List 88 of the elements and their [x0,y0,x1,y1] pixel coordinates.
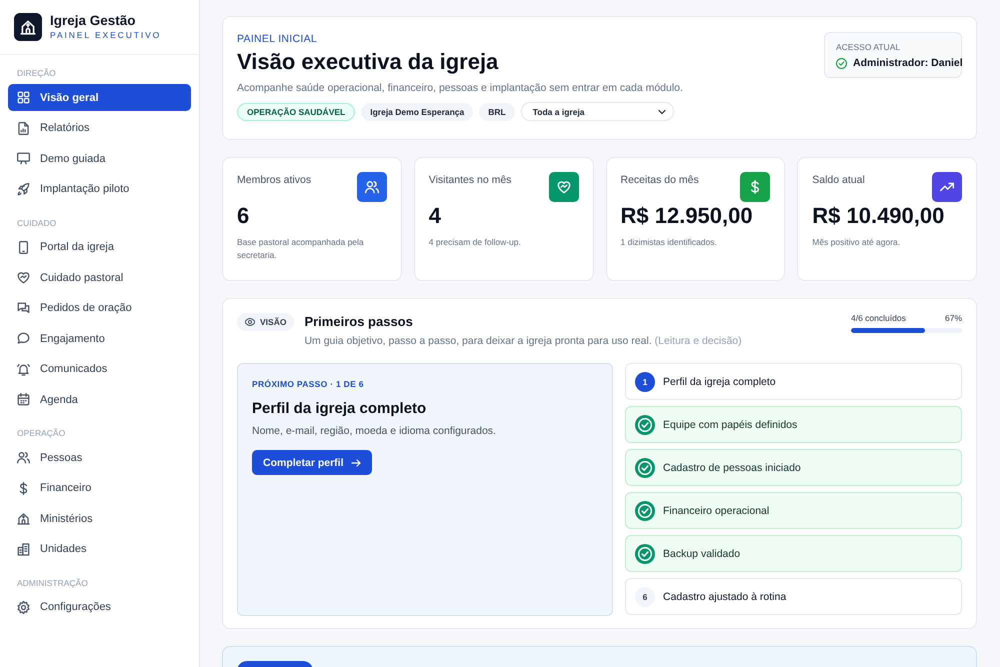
bell-icon [17,362,30,376]
nav-item[interactable]: Engajamento [8,325,191,352]
step-label: Equipe com papéis definidos [663,418,798,430]
tag-chip: BRL [479,102,515,120]
stat-note: 1 dizimistas identificados. [620,236,718,249]
buildings-icon [17,542,30,556]
check-circle-icon [635,500,655,520]
nav-item[interactable]: Cuidado pastoral [8,264,191,291]
complete-profile-button[interactable]: Completar perfil [252,450,372,475]
heart-icon [17,271,30,284]
stat-note: Base pastoral acompanhada pela secretaria. [237,236,365,262]
brand-subtitle: PAINEL EXECUTIVO [50,30,162,41]
nav-item[interactable]: Implantação piloto [8,176,191,202]
chat-icon [17,302,30,314]
check-circle-icon [836,58,847,68]
page-eyebrow: PAINEL INICIAL [237,32,318,46]
nav-section-heading: ADMINISTRAÇÃO [16,576,89,590]
step-item[interactable]: 1 Perfil da igreja completo [625,363,962,400]
scope-select[interactable]: Toda a igreja [520,102,674,121]
stat-label: Saldo atual [812,173,866,188]
rocket-icon [17,182,30,196]
calendar-icon [17,393,30,406]
nav-item[interactable]: Configurações [8,594,191,620]
settings-icon [17,600,30,614]
people-icon [17,451,30,464]
tag-chip: Igreja Demo Esperança [361,102,474,120]
step-item[interactable]: Financeiro operacional [625,492,962,529]
eye-icon [245,316,255,326]
nav-section-heading: CUIDADO [16,216,58,230]
step-item[interactable]: Equipe com papéis definidos [625,406,962,443]
stat-value: 4 [428,203,442,229]
stat-note: Mês positivo até agora. [812,236,902,249]
access-value: Administrador: Daniel [853,57,963,69]
next-step-title: Perfil da igreja completo [252,399,428,418]
grid-icon [17,91,30,104]
tablet-icon [17,240,30,254]
next-step-description: Nome, e-mail, região, moeda e idioma configurados. [252,424,497,438]
step-item[interactable]: Backup validado [625,535,962,572]
step-label: Backup validado [663,548,740,560]
section-tag: VISÃO [237,312,294,330]
stat-label: Receitas do mês [620,173,700,188]
check-circle-icon [635,458,655,478]
step-label: Cadastro de pessoas iniciado [663,462,801,474]
access-label: ACESSO ATUAL [836,42,902,53]
nav-item[interactable]: Pessoas [8,444,191,471]
nav-item[interactable]: Pedidos de oração [8,294,191,322]
step-label: Financeiro operacional [663,504,770,516]
next-step-eyebrow: PRÓXIMO PASSO · 1 DE 6 [252,379,365,390]
nav-item[interactable]: Agenda [8,386,191,413]
section-title: Primeiros passos [304,313,414,331]
arrow-right-icon [350,458,361,468]
stat-value: 6 [237,203,250,229]
nav-item[interactable]: Portal da igreja [8,234,191,260]
speech-bubble-icon [17,332,30,345]
brand-title: Igreja Gestão [50,13,137,29]
nav-item[interactable]: Relatórios [8,114,191,142]
nav-item[interactable]: Visão geral [8,84,191,111]
nav-item[interactable]: Comunicados [8,356,191,382]
page-subtitle: Acompanhe saúde operacional, financeiro, pessoas e implantação sem entrar em cada módulo. [237,81,683,95]
stat-value: R$ 12.950,00 [620,203,754,229]
nav-section-heading: DIREÇÃO [16,67,57,80]
section-subtitle: Um guia objetivo, passo a passo, para deixar a igreja pronta para uso real. (Leitura e decisão) [304,334,742,348]
progress-percent: 67% [944,313,962,324]
building-logo-icon [14,13,42,41]
check-circle-icon [635,544,655,564]
page-title: Visão executiva da igreja [237,49,500,75]
check-circle-icon [635,414,655,434]
nav-item[interactable]: Unidades [8,536,191,562]
step-number: 6 [635,586,655,606]
stat-note: 4 precisam de follow-up. [428,236,522,249]
step-number: 1 [635,372,655,392]
nav-item[interactable]: Ministérios [8,505,191,532]
step-item[interactable]: 6 Cadastro ajustado à rotina [625,578,962,615]
dollar-icon [17,482,30,494]
nav-item[interactable]: Demo guiada [8,145,191,172]
step-label: Perfil da igreja completo [663,376,776,388]
nav-section-heading: OPERAÇÃO [16,427,66,440]
document-icon [17,122,30,134]
progress-label: 4/6 concluídos [851,313,906,324]
step-label: Cadastro ajustado à rotina [663,590,786,602]
stat-label: Membros ativos [237,173,312,188]
stat-value: R$ 10.490,00 [812,203,946,229]
nav-item[interactable]: Financeiro [8,474,191,502]
stat-label: Visitantes no mês [428,173,512,188]
step-item[interactable]: Cadastro de pessoas iniciado [625,449,962,486]
monitor-icon [17,152,30,165]
status-chip: OPERAÇÃO SAUDÁVEL [237,102,356,120]
building-icon [17,512,30,525]
